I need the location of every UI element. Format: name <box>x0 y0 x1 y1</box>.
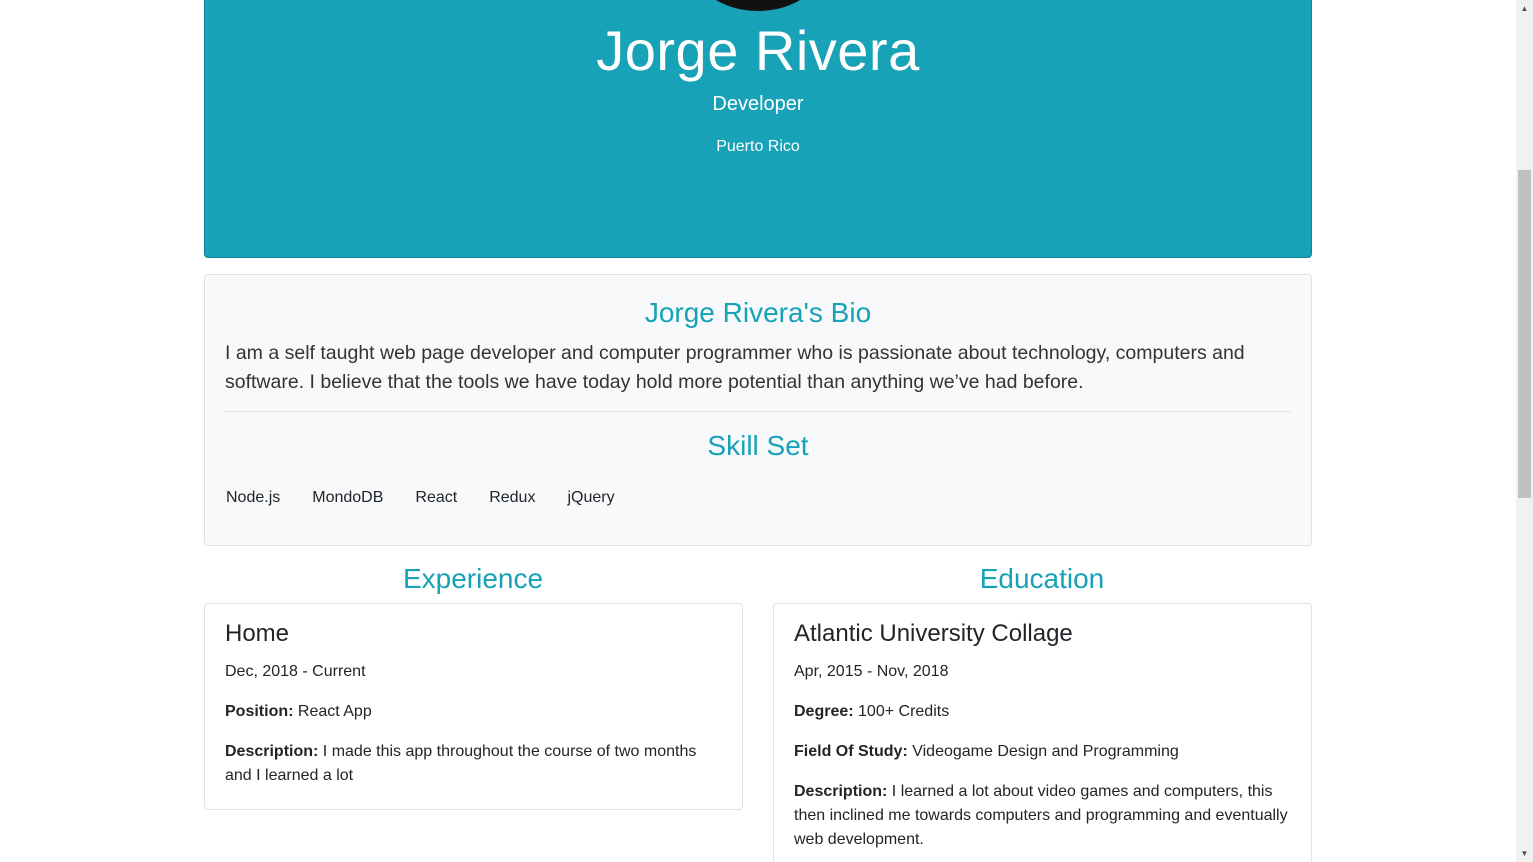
scroll-up-icon[interactable]: ▲ <box>1516 0 1533 17</box>
position-label: Position: <box>225 703 294 720</box>
education-degree: Degree: 100+ Credits <box>794 700 1291 724</box>
bio-card: Jorge Rivera's Bio I am a self taught we… <box>204 274 1312 546</box>
degree-value: 100+ Credits <box>858 703 950 720</box>
profile-role: Developer <box>712 93 804 115</box>
education-school: Atlantic University Collage <box>794 620 1073 647</box>
education-title: Education <box>979 563 1105 594</box>
skill-item: React <box>415 489 458 506</box>
profile-location: Puerto Rico <box>716 138 800 155</box>
profile-header: Jorge Rivera Developer Puerto Rico <box>204 0 1312 258</box>
field-label: Field Of Study: <box>794 743 908 760</box>
experience-name: Home <box>225 620 290 647</box>
bio-title: Jorge Rivera's Bio <box>644 297 872 328</box>
education-description: Description: I learned a lot about video… <box>794 780 1291 852</box>
bio-text: I am a self taught web page developer an… <box>225 342 1245 393</box>
position-value: React App <box>297 703 372 720</box>
experience-title: Experience <box>402 563 544 594</box>
field-value: Videogame Design and Programming <box>912 743 1179 760</box>
skill-item: jQuery <box>567 489 615 506</box>
vertical-scrollbar[interactable]: ▲ ▼ <box>1516 0 1533 862</box>
education-card: Atlantic University Collage Apr, 2015 - … <box>773 603 1312 862</box>
description-label: Description: <box>225 743 319 760</box>
skill-item: Node.js <box>226 489 281 506</box>
education-dates: Apr, 2015 - Nov, 2018 <box>794 663 949 680</box>
profile-name: Jorge Rivera <box>596 19 920 82</box>
skill-item: Redux <box>489 489 536 506</box>
experience-dates: Dec, 2018 - Current <box>225 663 366 680</box>
skill-list: Node.js MondoDB React Redux jQuery <box>226 488 647 508</box>
scroll-down-icon[interactable]: ▼ <box>1516 845 1533 862</box>
avatar <box>691 0 825 11</box>
experience-card: Home Dec, 2018 - Current Position: React… <box>204 603 743 810</box>
profile-page: Jorge Rivera Developer Puerto Rico Jorge… <box>0 0 1533 862</box>
description-label: Description: <box>794 783 888 800</box>
education-field: Field Of Study: Videogame Design and Pro… <box>794 740 1291 764</box>
skill-set-title: Skill Set <box>707 430 809 461</box>
experience-description: Description: I made this app throughout … <box>225 740 722 788</box>
scrollbar-thumb[interactable] <box>1518 170 1531 498</box>
skill-item: MondoDB <box>312 489 384 506</box>
degree-label: Degree: <box>794 703 854 720</box>
bio-divider <box>225 411 1291 412</box>
experience-position: Position: React App <box>225 700 722 724</box>
